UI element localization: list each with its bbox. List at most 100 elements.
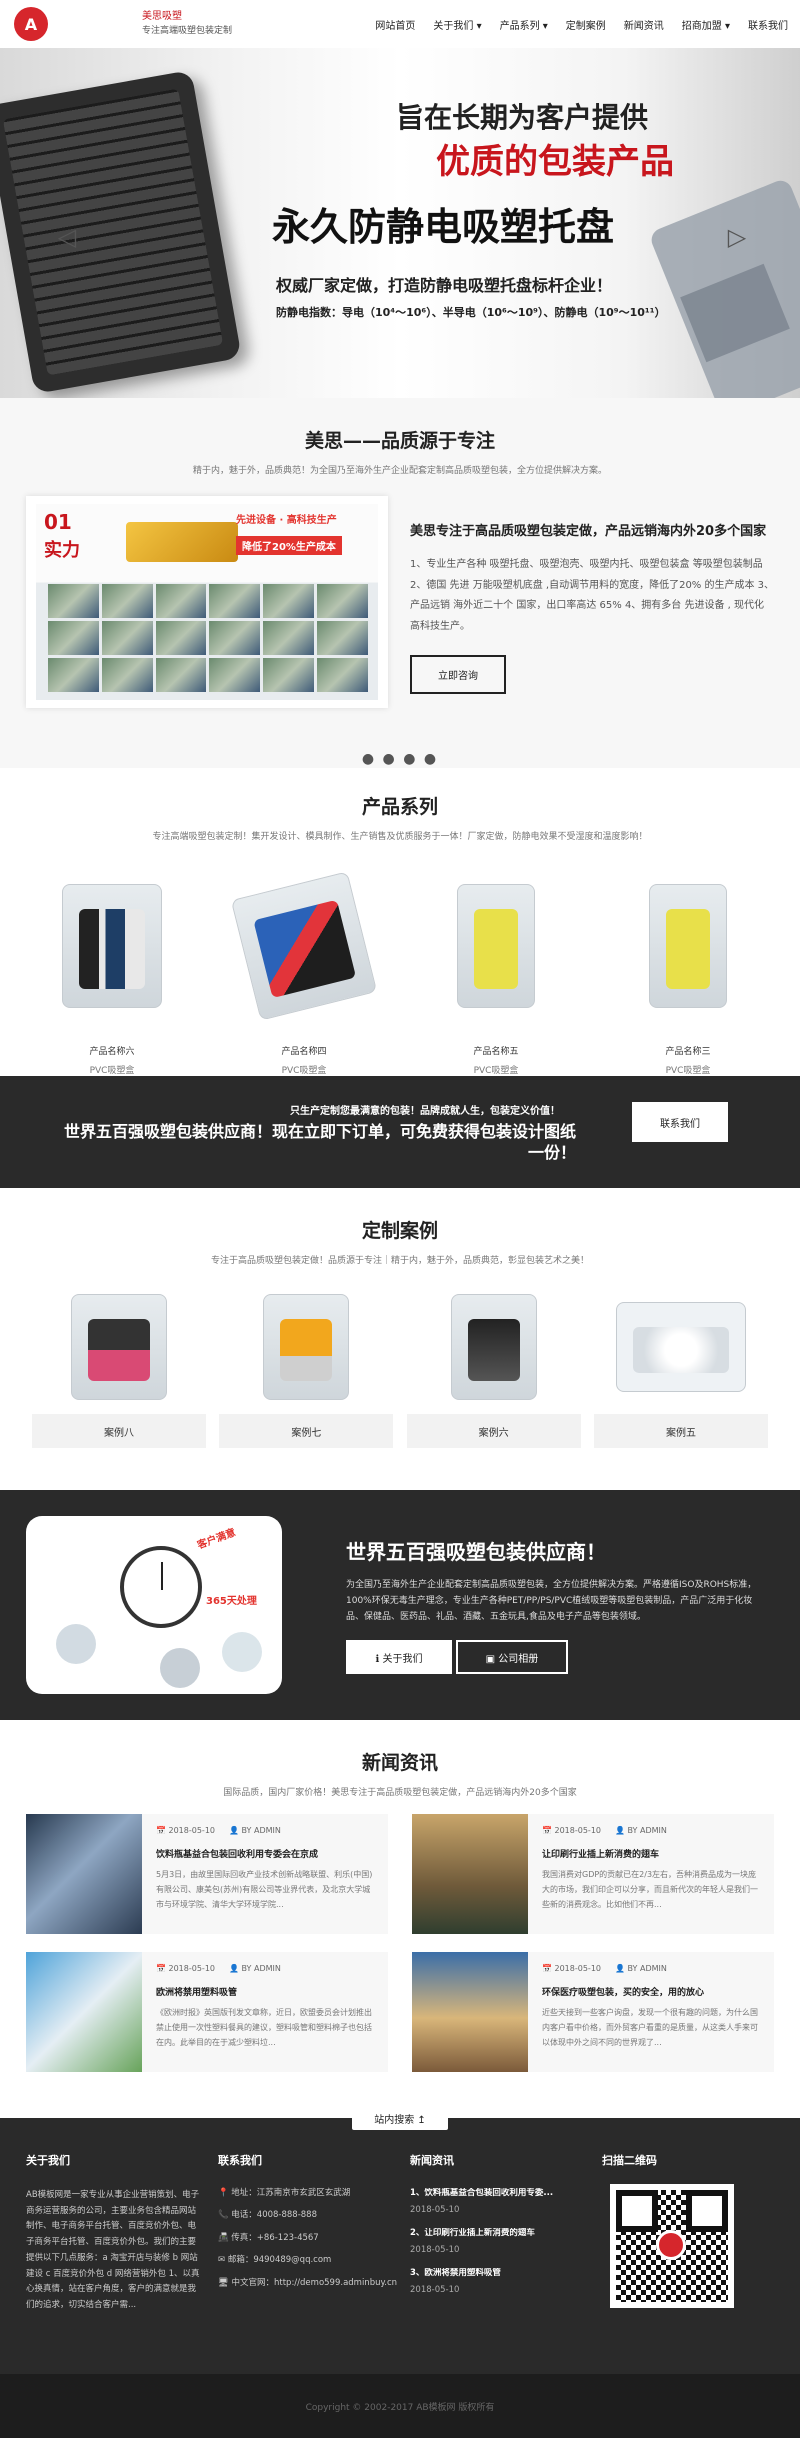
supplier-section: 客户满意 365天处理 世界五百强吸塑包装供应商！ 为全国乃至海外生产企业配套定… [0,1490,800,1720]
case-card[interactable]: 案例六 [406,1286,581,1448]
news-item-title[interactable]: 让印刷行业插上新消费的翅车 [542,1847,764,1860]
product-category: PVC吸塑盒 [89,1066,135,1076]
banner-prev-icon[interactable]: ◁ [56,224,78,250]
cases-title: 定制案例 [361,1220,438,1242]
cases-subtitle: 专注于高品质吸塑包装定做！品质源于专注｜精于内，魅于外，品质典范，彰显包装艺术之… [210,1256,589,1266]
service-image: 客户满意 365天处理 [26,1516,282,1694]
about-text: 美思专注于高品质吸塑包装定做，产品远销海内外20多个国家 1、专业生产各种 吸塑… [410,520,776,694]
brand-name: 美思吸塑 [142,11,182,23]
footer: 站内搜索 ↥ 关于我们 AB模板网是一家专业从事企业营销策划、电子商务运营服务的… [0,2106,800,2374]
carousel-dots[interactable]: ● ● ● ● [0,751,800,767]
contact-us-button[interactable]: 联系我们 [632,1102,728,1142]
news-grid: 📅 2018-05-10 👤 BY ADMIN 饮料瓶基益合包装回收利用专委会在京… [26,1814,774,2072]
case-label[interactable]: 案例七 [219,1414,394,1448]
copyright: Copyright © 2002-2017 AB模板网 版权所有 [0,2374,800,2438]
product-name[interactable]: 产品名称六 [26,1044,198,1057]
news-author: 👤 BY ADMIN [615,1964,667,1973]
nav-franchise[interactable]: 招商加盟 ▾ [682,17,730,32]
nav-news[interactable]: 新闻资讯 [624,17,664,32]
product-category: PVC吸塑盒 [665,1066,711,1076]
news-thumbnail[interactable] [412,1952,528,2072]
case-card[interactable]: 案例八 [32,1286,206,1448]
footer-about: 关于我们 AB模板网是一家专业从事企业营销策划、电子商务运营服务的公司，主要业务… [26,2152,204,2314]
contact-website[interactable]: 🖥 中文官网：http://demo599.adminbuy.cn [218,2278,398,2289]
product-card[interactable]: 产品名称六 PVC吸塑盒 [26,878,198,1076]
footer-news-item-title[interactable]: 1、饮料瓶基益合包装回收利用专委... [410,2188,590,2199]
gold-bars-image [126,522,238,562]
case-card[interactable]: 案例五 [593,1286,768,1448]
nav-home[interactable]: 网站首页 [375,17,415,32]
news-author: 👤 BY ADMIN [229,1964,281,1973]
case-label[interactable]: 案例八 [32,1414,206,1448]
about-image-card: 01 实力 先进设备 · 高科技生产 降低了20%生产成本 [26,496,388,708]
products-section: 产品系列 专注高端吸塑包装定制！集开发设计、模具制作、生产销售及优质服务于一体！… [0,768,800,1076]
product-image[interactable] [410,878,582,1014]
footer-news-item-date: 2018-05-10 [410,2285,460,2296]
company-album-button[interactable]: ▣ 公司相册 [456,1640,568,1674]
product-image[interactable] [26,878,198,1014]
news-thumbnail[interactable] [26,1814,142,1934]
footer-news-item[interactable]: 2、让印刷行业插上新消费的翅车 2018-05-10 [410,2228,590,2257]
about-image-tag2: 降低了20%生产成本 [236,536,342,555]
case-image[interactable] [32,1286,206,1408]
news-item-title[interactable]: 环保医疗吸塑包装，买的安全，用的放心 [542,1985,764,1998]
factory-image: 01 实力 先进设备 · 高科技生产 降低了20%生产成本 [36,504,378,700]
footer-news-item-date: 2018-05-10 [410,2205,460,2216]
footer-news-item[interactable]: 1、饮料瓶基益合包装回收利用专委... 2018-05-10 [410,2188,590,2217]
hero-banner: ◁ ▷ 旨在长期为客户提供 优质的包装产品 永久防静电吸塑托盘 权威厂家定做，打… [0,48,800,398]
news-item[interactable]: 📅 2018-05-10 👤 BY ADMIN 让印刷行业插上新消费的翅车 我国消… [412,1814,774,1934]
about-title: 美思——品质源于专注 [304,430,495,452]
product-image[interactable] [218,871,390,1021]
product-card[interactable]: 产品名称五 PVC吸塑盒 [410,878,582,1076]
news-item[interactable]: 📅 2018-05-10 👤 BY ADMIN 饮料瓶基益合包装回收利用专委会在京… [26,1814,388,1934]
footer-qr: 扫描二维码 [602,2152,657,2168]
case-card[interactable]: 案例七 [219,1286,394,1448]
news-item-title[interactable]: 饮料瓶基益合包装回收利用专委会在京成 [156,1847,378,1860]
news-summary: 近些天接到一些客户询盘，发现一个很有趣的问题，为什么国内客户看中价格，而外贸客户… [542,2008,758,2047]
products-title: 产品系列 [361,796,438,818]
product-name[interactable]: 产品名称三 [602,1044,774,1057]
product-card[interactable]: 产品名称三 PVC吸塑盒 [602,878,774,1076]
banner-line1: 旨在长期为客户提供 [396,101,649,134]
about-us-button[interactable]: ℹ 关于我们 [346,1640,452,1674]
footer-news-item-title[interactable]: 2、让印刷行业插上新消费的翅车 [410,2228,590,2239]
footer-news: 新闻资讯 1、饮料瓶基益合包装回收利用专委... 2018-05-10 2、让印… [410,2152,590,2308]
nav-about[interactable]: 关于我们 ▾ [433,17,481,32]
news-item[interactable]: 📅 2018-05-10 👤 BY ADMIN 欧洲将禁用塑料吸管 《欧洲时报》英… [26,1952,388,2072]
footer-contact-title: 联系我们 [218,2154,262,2167]
contact-phone: 📞 电话：4008-888-888 [218,2210,317,2221]
about-section: 美思——品质源于专注 精于内，魅于外，品质典范！为全国乃至海外生产企业配套定制高… [0,398,800,768]
product-card[interactable]: 产品名称四 PVC吸塑盒 [218,871,390,1076]
news-summary: 5月3日，由故里国际回收产业技术创新战略联盟、利乐(中国)有限公司、康美包(苏州… [156,1870,373,1909]
site-logo[interactable]: A [14,7,48,41]
news-item-title[interactable]: 欧洲将禁用塑料吸管 [156,1985,378,1998]
footer-about-text: AB模板网是一家专业从事企业营销策划、电子商务运营服务的公司，主要业务包含精品网… [26,2190,200,2311]
product-name[interactable]: 产品名称五 [410,1044,582,1057]
product-name[interactable]: 产品名称四 [218,1044,390,1057]
case-label[interactable]: 案例六 [406,1414,581,1448]
contact-email[interactable]: ✉ 邮箱：9490489@qq.com [218,2255,398,2266]
footer-news-item-title[interactable]: 3、欧洲将禁用塑料吸管 [410,2268,590,2279]
news-item[interactable]: 📅 2018-05-10 👤 BY ADMIN 环保医疗吸塑包装，买的安全，用的放… [412,1952,774,2072]
news-section: 新闻资讯 国际品质，国内厂家价格！美思专注于高品质吸塑包装定做，产品远销海内外2… [0,1720,800,2118]
consult-button[interactable]: 立即咨询 [410,655,506,694]
case-image[interactable] [406,1286,581,1408]
case-image[interactable] [219,1286,394,1408]
news-thumbnail[interactable] [26,1952,142,2072]
case-label[interactable]: 案例五 [593,1414,768,1448]
site-search-toggle[interactable]: 站内搜索 ↥ [352,2106,448,2130]
footer-news-item[interactable]: 3、欧洲将禁用塑料吸管 2018-05-10 [410,2268,590,2297]
nav-products[interactable]: 产品系列 ▾ [500,17,548,32]
main-nav: 网站首页 关于我们 ▾ 产品系列 ▾ 定制案例 新闻资讯 招商加盟 ▾ 联系我们 [357,17,788,32]
news-thumbnail[interactable] [412,1814,528,1934]
case-image[interactable] [593,1286,768,1408]
nav-contact[interactable]: 联系我们 [748,17,788,32]
news-author: 👤 BY ADMIN [229,1826,281,1835]
product-image[interactable] [602,878,774,1014]
nav-cases[interactable]: 定制案例 [566,17,606,32]
cta-headline: 世界五百强吸塑包装供应商！现在立即下订单，可免费获得包装设计图纸一份！ [63,1122,576,1162]
banner-next-icon[interactable]: ▷ [726,224,748,250]
brand: 美思吸塑 专注高端吸塑包装定制 [142,10,232,38]
products-subtitle: 专注高端吸塑包装定制！集开发设计、模具制作、生产销售及优质服务于一体！厂家定做，… [152,832,648,842]
news-date: 📅 2018-05-10 [542,1826,601,1835]
